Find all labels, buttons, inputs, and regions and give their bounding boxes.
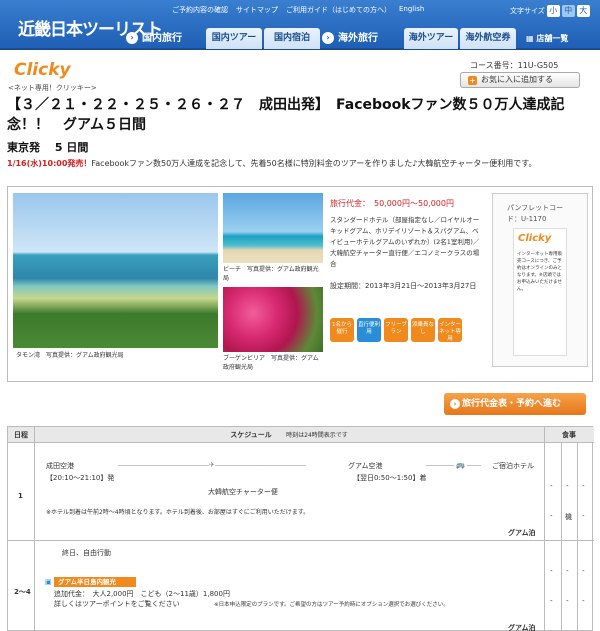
day-2-stay: グアム泊 xyxy=(508,624,536,631)
direct-flight-icon: 直行便利用 xyxy=(357,318,381,342)
header-schedule: スケジュール 時刻は24時間表示です xyxy=(34,427,544,443)
day-2-4-label: 2〜4 xyxy=(14,588,31,596)
clicky-logo: Clicky xyxy=(14,60,71,80)
no-guide-icon: 添乗員なし xyxy=(411,318,435,342)
tab-overseas-tour[interactable]: 海外ツアー xyxy=(404,28,458,49)
font-size-label: 文字サイズ xyxy=(510,7,545,15)
arrow-icon: › xyxy=(126,32,138,44)
divider xyxy=(577,443,578,631)
tab-domestic-tour[interactable]: 国内ツアー xyxy=(206,28,262,49)
bougainvillea-photo xyxy=(223,287,323,352)
schedule-table: 日程 スケジュール 時刻は24時間表示です 食事 1 成田空港 ――――――――… xyxy=(7,426,594,631)
nav-stores[interactable]: ▦ 店舗一覧 xyxy=(526,27,568,50)
divider xyxy=(561,443,562,631)
nav-overseas[interactable]: › 海外旅行 xyxy=(322,27,378,50)
pamphlet-code: パンフレットコード：U-1170 xyxy=(507,204,564,223)
optional-detail: 詳しくはツアーポイントをご覧ください xyxy=(54,600,180,608)
day-2-breakfast: - xyxy=(550,567,553,575)
pamphlet-logo: Clicky xyxy=(518,233,552,244)
main-nav: › 国内旅行 国内ツアー 国内宿泊 › 海外旅行 海外ツアー 海外航空券 ▦ 店舗一… xyxy=(0,27,600,50)
internet-only-icon: インターネット専用 xyxy=(438,318,462,342)
arrow-icon: › xyxy=(322,32,334,44)
font-size-switcher: 文字サイズ 小 中 大 xyxy=(510,5,590,17)
photo-caption-bougainvillea: ブーゲンビリア 写真提供：グアム政府観光局 xyxy=(223,355,319,371)
tour-info-box: タモン湾 写真提供：グアム政府観光局 ビーチ 写真提供：グアム政府観光局 ブーゲ… xyxy=(7,186,593,382)
sale-text: Facebookファン数50万人達成を記念して、先着50名様に特別料金のツアーを… xyxy=(91,159,537,168)
tab-overseas-air[interactable]: 海外航空券 xyxy=(460,28,516,49)
day-2-lunch: - xyxy=(566,567,569,575)
photo-caption-tumon: タモン湾 写真提供：グアム政府観光局 xyxy=(16,352,124,359)
flight-line: ―――――――――――――✈――――――――――――― xyxy=(118,461,306,469)
tab-domestic-hotel[interactable]: 国内宿泊 xyxy=(264,28,320,49)
arrow-right-icon: › xyxy=(450,399,460,409)
font-size-medium[interactable]: 中 xyxy=(561,5,575,17)
sale-date: 1/16(水)10:00発売！ xyxy=(7,159,92,168)
beach-photo xyxy=(223,193,323,263)
day-1-breakfast-2: - xyxy=(550,512,553,520)
day-1-stay: グアム泊 xyxy=(508,529,536,537)
pamphlet-card[interactable]: Clicky インターネット専用販売コースにつき、ご予約はオンラインのみとなりま… xyxy=(513,228,567,356)
site-header: 近畿日本ツーリスト ご予約内容の確認 サイトマップ ご利用ガイド（はじめての方へ… xyxy=(0,0,600,50)
hotel-info: スタンダードホテル（部屋指定なし／ロイヤルオーキッドグアム、ホリデイリゾート＆ス… xyxy=(330,216,480,268)
course-code: コース番号：11U-G505 xyxy=(470,61,559,70)
day-1-lunch: - xyxy=(566,482,569,490)
optional-tour-badge[interactable]: グアム半日島内観光 xyxy=(54,577,136,587)
reservation-button[interactable]: › 旅行代金表・予約へ進む xyxy=(444,393,586,415)
day-2-activity: 終日、自由行動 xyxy=(62,549,111,557)
day-1-dinner: - xyxy=(582,482,585,490)
day-2-dinner: - xyxy=(582,567,585,575)
departure-info: 東京発 5 日間 xyxy=(7,141,89,154)
day-1-to: グアム空港 xyxy=(348,462,383,470)
link-sitemap[interactable]: サイトマップ xyxy=(236,5,278,15)
add-favorite-button[interactable]: + お気に入に追加する xyxy=(460,72,580,88)
feature-icons: 1名から催行 直行便利用 フリープラン 添乗員なし インターネット専用 xyxy=(330,318,462,342)
min-1-person-icon: 1名から催行 xyxy=(330,318,354,342)
store-icon: ▦ xyxy=(526,34,537,43)
clicky-subtitle: <ネット専用！クリッキー> xyxy=(8,84,97,92)
day-1-arr-time: 【翌日0:50〜1:50】着 xyxy=(353,474,427,482)
tumon-bay-photo xyxy=(13,193,218,348)
day-1-flight: 大韓航空チャーター便 xyxy=(208,488,278,496)
tour-period: 設定期間：2013年3月21日〜2013年3月27日 xyxy=(330,282,477,290)
tour-title: 【３／２１・２２・２５・２６・２７ 成田出発】 Facebookファン数５０万人… xyxy=(7,97,565,133)
day-1-dep-time: 【20:10〜21:10】発 xyxy=(46,474,115,482)
day-2-lunch-2: - xyxy=(566,597,569,605)
divider xyxy=(544,427,545,631)
link-english[interactable]: English xyxy=(399,5,424,15)
day-2-breakfast-2: - xyxy=(550,597,553,605)
link-reservation-check[interactable]: ご予約内容の確認 xyxy=(172,5,228,15)
font-size-large[interactable]: 大 xyxy=(576,5,590,17)
day-1-hotel-note: ※ホテル到着は午前2時〜4時頃となります。ホテル到着後、お部屋はすぐにご利用いた… xyxy=(46,509,310,516)
divider xyxy=(34,427,35,631)
link-guide[interactable]: ご利用ガイド（はじめての方へ） xyxy=(286,5,391,15)
free-plan-icon: フリープラン xyxy=(384,318,408,342)
bus-line: ―――― 🚌 ―― xyxy=(426,461,482,469)
plus-icon: + xyxy=(468,76,477,85)
font-size-small[interactable]: 小 xyxy=(546,5,560,17)
day-1-lunch-2: 機 xyxy=(565,513,572,521)
day-1-hotel: ご宿泊ホテル xyxy=(492,462,534,470)
optional-note: ※日本申込限定のプランです。ご希望の方はツアー予約時にオプション選択でお選びくだ… xyxy=(214,602,449,608)
camera-icon: ▣ xyxy=(45,578,52,586)
day-1-from: 成田空港 xyxy=(46,462,74,470)
top-links: ご予約内容の確認 サイトマップ ご利用ガイド（はじめての方へ） English xyxy=(172,5,424,15)
sale-notice: 1/16(水)10:00発売！Facebookファン数50万人達成を記念して、先… xyxy=(7,158,536,169)
header-day: 日程 xyxy=(8,427,34,443)
optional-price: 追加代金： 大人2,000円 こども（2〜11歳）1,800円 xyxy=(54,590,230,598)
tour-price: 旅行代金： 50,000円〜50,000円 xyxy=(330,199,454,208)
day-2-dinner-2: - xyxy=(582,597,585,605)
header-time-note: 時刻は24時間表示です xyxy=(286,432,348,439)
day-1-dinner-2: - xyxy=(582,512,585,520)
pamphlet-panel: パンフレットコード：U-1170 Clicky インターネット専用販売コースにつ… xyxy=(492,193,588,367)
divider xyxy=(8,540,594,541)
nav-domestic[interactable]: › 国内旅行 xyxy=(126,27,182,50)
pamphlet-text: インターネット専用販売コースにつき、ご予約はオンラインのみとなります。※店頭では… xyxy=(517,252,562,292)
header-meals: 食事 xyxy=(544,427,594,443)
day-1-label: 1 xyxy=(18,492,23,500)
day-1-breakfast: - xyxy=(550,482,553,490)
photo-caption-beach: ビーチ 写真提供：グアム政府観光局 xyxy=(223,266,319,282)
